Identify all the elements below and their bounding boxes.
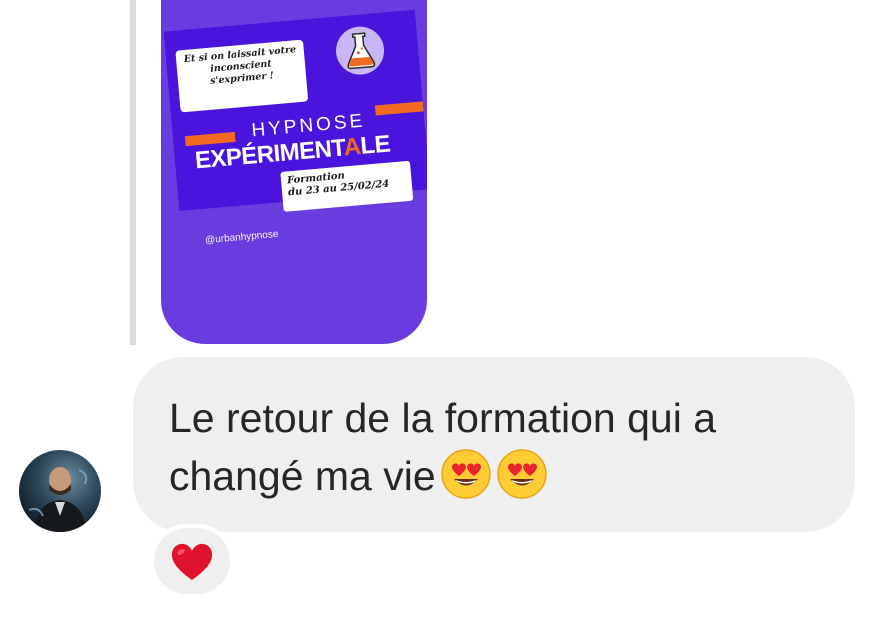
- title-part: LE: [359, 130, 392, 160]
- heart-eyes-emoji: [440, 449, 491, 499]
- reply-quote-line: [130, 0, 136, 345]
- message-line: Le retour de la formation qui a: [169, 395, 716, 441]
- message-text: Le retour de la formation qui a changé m…: [169, 389, 829, 505]
- avatar[interactable]: [19, 450, 101, 532]
- conversation-view: Et si on laissait votre inconscient s'ex…: [0, 0, 873, 631]
- story-handle: @urbanhypnose: [204, 228, 279, 247]
- red-heart-icon: [171, 543, 213, 580]
- poster-note-top: Et si on laissait votre inconscient s'ex…: [175, 39, 309, 113]
- message-reaction[interactable]: [150, 524, 234, 598]
- message-bubble[interactable]: Le retour de la formation qui a changé m…: [133, 357, 855, 532]
- story-poster: Et si on laissait votre inconscient s'ex…: [163, 9, 427, 212]
- message-line: changé ma vie: [169, 453, 436, 499]
- heart-eyes-emoji: [496, 449, 547, 499]
- story-reply-preview[interactable]: Et si on laissait votre inconscient s'ex…: [161, 0, 427, 344]
- message-line-with-emoji: changé ma vie: [169, 447, 829, 505]
